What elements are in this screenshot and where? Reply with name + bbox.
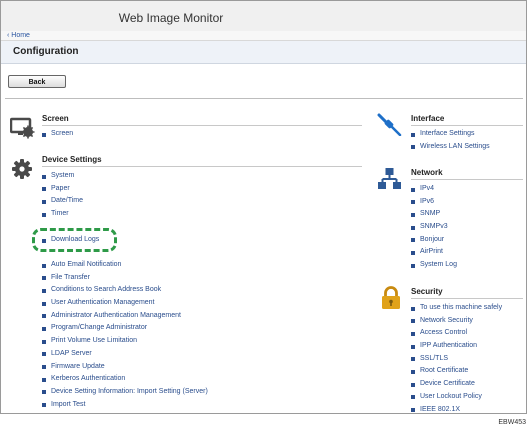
page-title-bar: Configuration [1, 41, 526, 64]
header-bar: Web Image Monitor [1, 1, 526, 33]
figure-id: EBW453 [498, 419, 526, 426]
network-menu-item[interactable]: SNMP [411, 208, 457, 221]
device-settings-menu-continued: Auto Email Notification File Transfer Cond… [42, 259, 208, 411]
screen-section-title: Screen [42, 114, 69, 123]
padlock-icon [382, 286, 400, 309]
screen-section-rule [42, 125, 362, 126]
interface-menu-item[interactable]: Wireless LAN Settings [411, 141, 490, 154]
network-menu-item[interactable]: Bonjour [411, 234, 457, 247]
device-settings-menu-item[interactable]: Conditions to Search Address Book [42, 284, 208, 297]
device-settings-section-title: Device Settings [42, 155, 102, 164]
device-settings-menu-item[interactable]: Kerberos Authentication [42, 373, 208, 386]
device-settings-menu: System Paper Date/Time Timer [42, 170, 83, 221]
security-menu-item[interactable]: To use this machine safely [411, 302, 502, 315]
app-title: Web Image Monitor [118, 11, 224, 25]
security-menu-item[interactable]: Network Security [411, 315, 502, 328]
device-settings-section-rule [42, 166, 362, 167]
interface-menu-item[interactable]: Interface Settings [411, 128, 490, 141]
security-menu-item[interactable]: User Lockout Policy [411, 391, 502, 404]
security-menu-item[interactable]: IPP Authentication [411, 340, 502, 353]
gear-icon [12, 159, 32, 179]
device-settings-menu-item[interactable]: Program/Change Administrator [42, 322, 208, 335]
cable-icon [377, 113, 402, 136]
device-settings-menu-item[interactable]: Date/Time [42, 195, 83, 208]
interface-menu: Interface Settings Wireless LAN Settings [411, 128, 490, 153]
network-section-rule [411, 179, 523, 180]
network-icon [378, 168, 401, 189]
device-settings-menu-item[interactable]: Device Setting Information: Import Setti… [42, 386, 208, 399]
network-menu-item[interactable]: IPv6 [411, 196, 457, 209]
security-section-title: Security [411, 287, 443, 296]
device-settings-menu-item[interactable]: File Transfer [42, 272, 208, 285]
device-settings-menu-item[interactable]: Paper [42, 183, 83, 196]
page-title: Configuration [13, 46, 79, 57]
screen-menu: Screen [42, 128, 73, 141]
device-settings-menu-item[interactable]: Administrator Authentication Management [42, 310, 208, 323]
interface-section-title: Interface [411, 114, 445, 123]
security-menu: To use this machine safely Network Securi… [411, 302, 502, 414]
network-menu-item[interactable]: System Log [411, 259, 457, 272]
network-menu: IPv4 IPv6 SNMP SNMPv3 Bonjour AirPrint System … [411, 183, 457, 272]
security-menu-item[interactable]: Device Certificate [411, 378, 502, 391]
device-settings-menu-item[interactable]: User Authentication Management [42, 297, 208, 310]
screen-menu-item[interactable]: Screen [42, 128, 73, 141]
device-settings-menu-item[interactable]: Print Volume Use Limitation [42, 335, 208, 348]
monitor-gear-icon [10, 117, 35, 139]
security-menu-item[interactable]: Root Certificate [411, 365, 502, 378]
security-menu-item[interactable]: SSL/TLS [411, 353, 502, 366]
device-settings-menu-item[interactable]: Timer [42, 208, 83, 221]
network-menu-item[interactable]: IPv4 [411, 183, 457, 196]
network-section-title: Network [411, 168, 443, 177]
security-menu-item[interactable]: IEEE 802.1X [411, 404, 502, 414]
network-menu-item[interactable]: AirPrint [411, 246, 457, 259]
security-section-rule [411, 298, 523, 299]
device-settings-menu-item[interactable]: Firmware Update [42, 361, 208, 374]
highlight-callout [32, 228, 117, 252]
device-settings-menu-item[interactable]: Auto Email Notification [42, 259, 208, 272]
interface-section-rule [411, 125, 523, 126]
device-settings-menu-item[interactable]: System [42, 170, 83, 183]
breadcrumb-home-link[interactable]: ‹ Home [7, 32, 30, 39]
device-settings-menu-item[interactable]: LDAP Server [42, 348, 208, 361]
back-button[interactable]: Back [8, 75, 66, 88]
security-menu-item[interactable]: Access Control [411, 327, 502, 340]
device-settings-menu-item[interactable]: Import Test [42, 399, 208, 412]
breadcrumb-bar [1, 31, 526, 41]
browser-window: Web Image Monitor ‹ Home Configuration B… [0, 0, 527, 414]
network-menu-item[interactable]: SNMPv3 [411, 221, 457, 234]
divider [5, 98, 523, 99]
